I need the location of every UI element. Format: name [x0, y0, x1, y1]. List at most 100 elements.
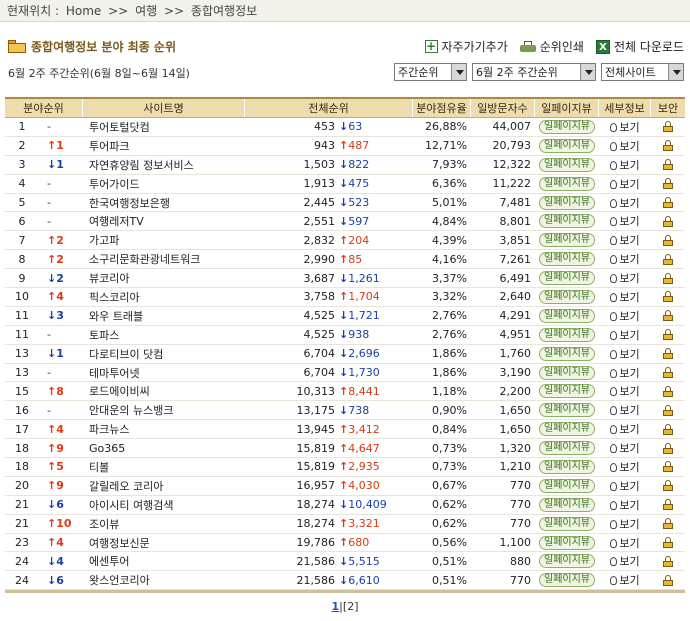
- lock-icon[interactable]: [663, 272, 673, 284]
- table-row[interactable]: 21 ↓ 6 아이시티 여행검색 18,274 ↓ 10,409 0,62% 770 일페이지뷰 보…: [5, 496, 685, 515]
- print-ranking-button[interactable]: 순위인쇄: [519, 38, 584, 55]
- lock-icon[interactable]: [663, 140, 673, 152]
- lock-icon[interactable]: [663, 178, 673, 190]
- table-row[interactable]: 1- 투어토털닷컴 453 ↓ 63 26,88% 44,007 일페이지뷰 보기: [5, 118, 685, 137]
- col-site-name[interactable]: 사이트명: [83, 99, 245, 117]
- detail-link[interactable]: 보기: [610, 308, 640, 324]
- page-link-2[interactable]: [2]: [343, 600, 359, 613]
- detail-link[interactable]: 보기: [610, 327, 640, 343]
- lock-icon[interactable]: [663, 234, 673, 246]
- pageview-button[interactable]: 일페이지뷰: [539, 176, 595, 191]
- site-name-link[interactable]: 왓스언코리아: [83, 571, 245, 589]
- detail-link[interactable]: 보기: [610, 157, 640, 173]
- detail-link[interactable]: 보기: [610, 553, 640, 569]
- site-name-link[interactable]: 소구리문화관광네트워크: [83, 250, 245, 268]
- lock-icon[interactable]: [663, 480, 673, 492]
- site-name-link[interactable]: 토파스: [83, 326, 245, 344]
- lock-icon[interactable]: [663, 442, 673, 454]
- pageview-button[interactable]: 일페이지뷰: [539, 384, 595, 399]
- week-select[interactable]: 6월 2주 주간순위: [472, 63, 596, 81]
- pageview-button[interactable]: 일페이지뷰: [539, 422, 595, 437]
- pageview-button[interactable]: 일페이지뷰: [539, 497, 595, 512]
- table-row[interactable]: 10 ↑ 4 픽스코리아 3,758 ↑ 1,704 3,32% 2,640 일페이지뷰 보기: [5, 288, 685, 307]
- lock-icon[interactable]: [663, 385, 673, 397]
- table-row[interactable]: 11 ↓ 3 와우 트래블 4,525 ↓ 1,721 2,76% 4,291 일페이지뷰 보기: [5, 307, 685, 326]
- table-row[interactable]: 8 ↑ 2 소구리문화관광네트워크 2,990 ↑ 85 4,16% 7,261 일페이지뷰 보기: [5, 250, 685, 270]
- table-row[interactable]: 24 ↓ 4 에센투어 21,586 ↓ 5,515 0,51% 880 일페이지뷰 보기: [5, 552, 685, 572]
- lock-icon[interactable]: [663, 499, 673, 511]
- lock-icon[interactable]: [663, 555, 673, 567]
- detail-link[interactable]: 보기: [610, 402, 640, 418]
- site-name-link[interactable]: 여행레저TV: [83, 212, 245, 230]
- pageview-button[interactable]: 일페이지뷰: [539, 346, 595, 361]
- detail-link[interactable]: 보기: [610, 346, 640, 362]
- lock-icon[interactable]: [663, 253, 673, 265]
- site-name-link[interactable]: 투어파크: [83, 137, 245, 155]
- table-row[interactable]: 13 - 테마투어넷 6,704 ↓ 1,730 1,86% 3,190 일페이지뷰 보기: [5, 364, 685, 383]
- pageview-button[interactable]: 일페이지뷰: [539, 195, 595, 210]
- lock-icon[interactable]: [663, 310, 673, 322]
- table-row[interactable]: 11 - 토파스 4,525 ↓ 938 2,76% 4,951 일페이지뷰 보기: [5, 326, 685, 345]
- site-name-link[interactable]: 여행정보신문: [83, 534, 245, 552]
- detail-link[interactable]: 보기: [610, 478, 640, 494]
- lock-icon[interactable]: [663, 329, 673, 341]
- lock-icon[interactable]: [663, 461, 673, 473]
- detail-link[interactable]: 보기: [610, 251, 640, 267]
- site-name-link[interactable]: 투어가이드: [83, 175, 245, 193]
- lock-icon[interactable]: [663, 423, 673, 435]
- pageview-button[interactable]: 일페이지뷰: [539, 138, 595, 153]
- col-details[interactable]: 세부정보: [599, 99, 651, 117]
- breadcrumb-home[interactable]: Home: [66, 4, 101, 18]
- site-name-link[interactable]: 로드에이비씨: [83, 382, 245, 400]
- lock-icon[interactable]: [663, 367, 673, 379]
- pageview-button[interactable]: 일페이지뷰: [539, 327, 595, 342]
- site-name-link[interactable]: 에센투어: [83, 552, 245, 570]
- table-row[interactable]: 7 ↑ 2 가고파 2,832 ↑ 204 4,39% 3,851 일페이지뷰 보기: [5, 231, 685, 251]
- pageview-button[interactable]: 일페이지뷰: [539, 478, 595, 493]
- lock-icon[interactable]: [663, 404, 673, 416]
- site-name-link[interactable]: 다로티브이 닷컴: [83, 345, 245, 363]
- breadcrumb-travel[interactable]: 여행: [135, 4, 157, 18]
- lock-icon[interactable]: [663, 348, 673, 360]
- pageview-button[interactable]: 일페이지뷰: [539, 403, 595, 418]
- site-name-link[interactable]: 티볼: [83, 458, 245, 476]
- lock-icon[interactable]: [663, 159, 673, 171]
- site-name-link[interactable]: 테마투어넷: [83, 364, 245, 382]
- table-row[interactable]: 4 - 투어가이드 1,913 ↓ 475 6,36% 11,222 일페이지뷰 보기: [5, 175, 685, 194]
- site-name-link[interactable]: 안대운의 뉴스뱅크: [83, 401, 245, 419]
- pageview-button[interactable]: 일페이지뷰: [539, 252, 595, 267]
- site-name-link[interactable]: 갈릴레오 코리아: [83, 477, 245, 495]
- detail-link[interactable]: 보기: [610, 383, 640, 399]
- pageview-button[interactable]: 일페이지뷰: [539, 554, 595, 569]
- lock-icon[interactable]: [663, 537, 673, 549]
- site-name-link[interactable]: Go365: [83, 439, 245, 457]
- table-row[interactable]: 2 ↑ 1 투어파크 943 ↑ 487 12,71% 20,793 일페이지뷰 보기: [5, 137, 685, 156]
- lock-icon[interactable]: [663, 518, 673, 530]
- table-row[interactable]: 17 ↑ 4 파크뉴스 13,945 ↑ 3,412 0,84% 1,650 일페이지뷰 보기: [5, 420, 685, 440]
- lock-icon[interactable]: [663, 121, 673, 133]
- lock-icon[interactable]: [663, 574, 673, 586]
- pageview-button[interactable]: 일페이지뷰: [539, 233, 595, 248]
- site-name-link[interactable]: 가고파: [83, 231, 245, 249]
- site-name-link[interactable]: 아이시티 여행검색: [83, 496, 245, 514]
- site-name-link[interactable]: 조이뷰: [83, 515, 245, 533]
- detail-link[interactable]: 보기: [610, 572, 640, 588]
- detail-link[interactable]: 보기: [610, 176, 640, 192]
- table-row[interactable]: 18 ↑ 9 Go365 15,819 ↑ 4,647 0,73% 1,320 일페이지뷰 보기: [5, 439, 685, 459]
- scope-select[interactable]: 전체사이트: [601, 63, 684, 81]
- detail-link[interactable]: 보기: [610, 459, 640, 475]
- detail-link[interactable]: 보기: [610, 119, 640, 135]
- detail-link[interactable]: 보기: [610, 440, 640, 456]
- pageview-button[interactable]: 일페이지뷰: [539, 271, 595, 286]
- table-row[interactable]: 9 ↓ 2 뷰코리아 3,687 ↓ 1,261 3,37% 6,491 일페이지뷰 보기: [5, 269, 685, 289]
- detail-link[interactable]: 보기: [610, 516, 640, 532]
- detail-link[interactable]: 보기: [610, 365, 640, 381]
- detail-link[interactable]: 보기: [610, 535, 640, 551]
- detail-link[interactable]: 보기: [610, 497, 640, 513]
- pageview-button[interactable]: 일페이지뷰: [539, 214, 595, 229]
- pageview-button[interactable]: 일페이지뷰: [539, 157, 595, 172]
- table-row[interactable]: 6 - 여행레저TV 2,551 ↓ 597 4,84% 8,801 일페이지뷰 보기: [5, 212, 685, 232]
- site-name-link[interactable]: 투어토털닷컴: [83, 118, 245, 136]
- site-name-link[interactable]: 뷰코리아: [83, 269, 245, 287]
- detail-link[interactable]: 보기: [610, 213, 640, 229]
